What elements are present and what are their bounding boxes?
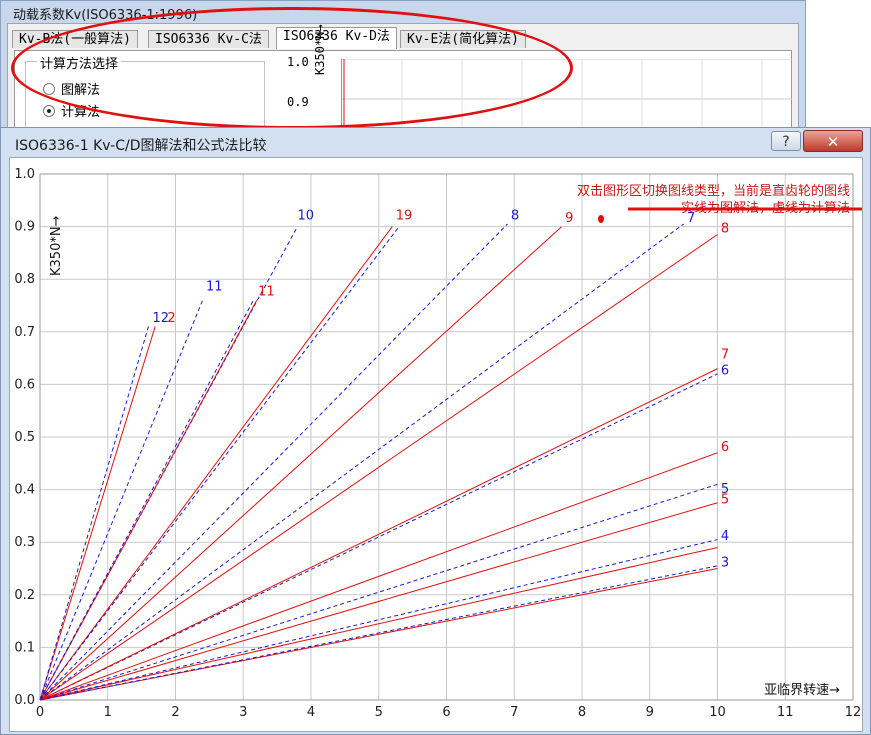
series-label: 4 <box>721 529 729 544</box>
help-button[interactable]: ? <box>771 131 801 151</box>
series-label: 11 <box>206 279 223 294</box>
y-tick-label: 0.2 <box>14 588 35 603</box>
background-window: 动载系数Kv(ISO6336-1:1996) Kv-B法(一般算法) ISO63… <box>0 0 806 151</box>
series-label: 8 <box>511 208 519 223</box>
x-tick-label: 11 <box>777 705 794 720</box>
series-label: 6 <box>721 440 729 455</box>
annotation-line-1: 双击图形区切换图线类型，当前是直齿轮的图线 <box>577 183 850 199</box>
y-tick-label: 0.0 <box>14 693 35 708</box>
x-tick-label: 8 <box>578 705 586 720</box>
x-tick-label: 1 <box>104 705 112 720</box>
x-tick-label: 0 <box>36 705 44 720</box>
series-line-dashed-7 <box>39 223 684 701</box>
close-button[interactable]: ✕ <box>803 130 863 152</box>
y-tick-label: 0.9 <box>14 220 35 235</box>
series-line-solid-9 <box>39 226 563 701</box>
plot-area[interactable]: 0 1 2 3 4 5 6 7 8 9 10 11 12 0.0 0.1 0.2 0.3 0.4 0.5 0.6 0.7… <box>9 157 863 732</box>
x-tick-label: 5 <box>375 705 383 720</box>
series-label: 9 <box>565 211 573 226</box>
series-label: 6 <box>721 364 729 379</box>
x-tick-label: 4 <box>307 705 315 720</box>
highlight-ellipse <box>11 7 573 129</box>
x-tick-label: 7 <box>510 705 518 720</box>
series-line-solid-11 <box>39 300 258 701</box>
x-tick-label: 9 <box>646 705 654 720</box>
y-tick-label: 0.5 <box>14 430 35 445</box>
series-line-dashed-9 <box>39 226 400 701</box>
series-label: 2 <box>167 311 175 326</box>
radio-selected-icon <box>43 104 55 117</box>
y-tick-label: 1.0 <box>14 167 35 182</box>
series-line-solid-12 <box>39 326 156 701</box>
series-label: 8 <box>721 221 729 236</box>
highlight-dot <box>598 215 604 223</box>
y-tick-label: 0.8 <box>14 272 35 287</box>
x-tick-label: 3 <box>239 705 247 720</box>
series-label: 3 <box>721 556 729 571</box>
y-tick-label: 0.4 <box>14 483 35 498</box>
series-line-solid-19 <box>39 226 393 701</box>
y-tick-label: 0.7 <box>14 325 35 340</box>
x-tick-label: 6 <box>442 705 450 720</box>
series-line-dashed-12 <box>39 326 149 701</box>
series-label: 10 <box>297 208 314 223</box>
y-tick-label: 0.1 <box>14 640 35 655</box>
y-tick-label: 0.6 <box>14 377 35 392</box>
dialog-title: ISO6336-1 Kv-C/D图解法和公式法比较 <box>15 138 267 154</box>
x-tick-label: 2 <box>171 705 179 720</box>
x-axis-label: 亚临界转速→ <box>764 683 840 698</box>
comparison-dialog: ISO6336-1 Kv-C/D图解法和公式法比较 ? ✕ 0123456789… <box>0 127 871 735</box>
series-label: 11 <box>258 285 275 300</box>
x-tick-label: 12 <box>845 705 862 720</box>
y-tick-label: 0.3 <box>14 535 35 550</box>
chart-svg: 0 1 2 3 4 5 6 7 8 9 10 11 120.00.10.20.30.40.50.60.7… <box>14 167 862 720</box>
series-label: 5 <box>721 492 729 507</box>
series-label: 7 <box>721 348 729 363</box>
y-axis-label: K350*N→ <box>49 215 64 276</box>
x-tick-label: 10 <box>709 705 726 720</box>
series-label: 19 <box>396 208 413 223</box>
